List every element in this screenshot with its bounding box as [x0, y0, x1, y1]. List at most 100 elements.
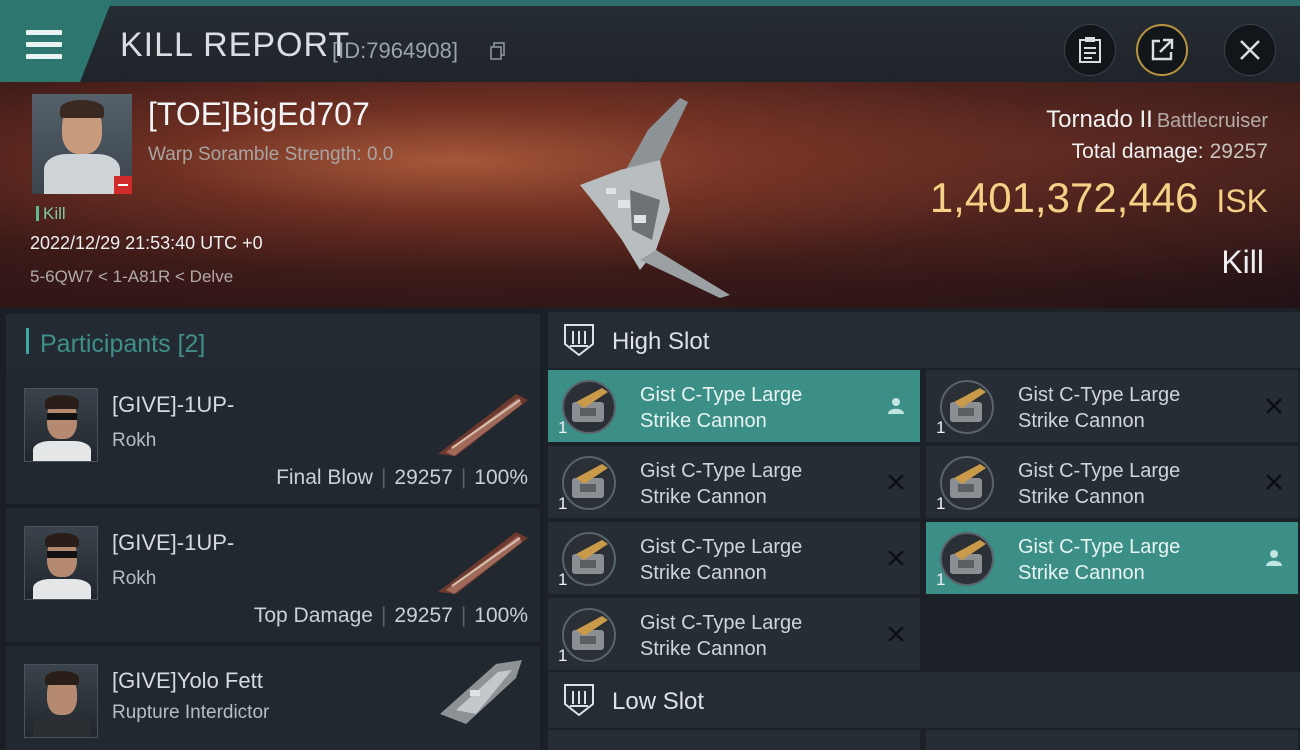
isk-value: 1,401,372,446 ISK	[930, 174, 1268, 222]
close-icon	[1240, 40, 1260, 60]
module-name-line2: Strike Cannon	[640, 638, 767, 660]
menu-button[interactable]	[0, 0, 112, 82]
module-quantity: 1	[936, 494, 946, 513]
low-slot-label: Low Slot	[612, 688, 705, 715]
module-name-line1: Gist C-Type Large	[640, 612, 803, 634]
participant-percent: 100%	[474, 604, 528, 627]
total-damage-label: Total damage:	[1071, 140, 1204, 163]
participant-percent: 100%	[474, 466, 528, 489]
module-slot[interactable]: 1 Gist C-Type Large Strike Cannon	[926, 370, 1298, 442]
module-quantity: 1	[558, 646, 568, 665]
kill-result: Kill	[1221, 244, 1264, 280]
participants-panel: Participants [2] [GIVE]-1UP- Rokh Final …	[0, 308, 542, 750]
low-slot-icon	[564, 684, 594, 717]
warp-scramble-strength: Warp Soramble Strength: 0.0	[148, 144, 394, 165]
x-icon	[884, 622, 908, 646]
module-name: Gist C-Type Large Strike Cannon	[640, 534, 870, 586]
page-title: KILL REPORT	[120, 26, 351, 64]
participant-row[interactable]: [GIVE]-1UP- Rokh Top Damage | 29257 | 100%	[6, 508, 540, 642]
module-name: Gist C-Type Large Strike Cannon	[1018, 458, 1248, 510]
participant-portrait	[24, 388, 98, 462]
module-name-line1: Gist C-Type Large	[1018, 460, 1181, 482]
share-button[interactable]	[1136, 24, 1188, 76]
clipboard-icon	[1079, 37, 1101, 63]
hamburger-icon	[26, 30, 62, 66]
module-name-line2: Strike Cannon	[1018, 410, 1145, 432]
module-slot[interactable]: 1 Gist C-Type Large Strike Cannon	[548, 598, 920, 670]
participant-ship: Rupture Interdictor	[112, 702, 270, 723]
participant-stats: Final Blow | 29257 | 100%	[276, 466, 528, 489]
module-name-line2: Strike Cannon	[1018, 562, 1145, 584]
x-icon	[884, 546, 908, 570]
module-quantity: 1	[936, 570, 946, 589]
module-name-line1: Gist C-Type Large	[1018, 384, 1181, 406]
module-slot[interactable]: 1 Gist C-Type Large Strike Cannon	[926, 522, 1298, 594]
module-slot[interactable]: 1 Gist C-Type Large Strike Cannon	[548, 446, 920, 518]
participant-damage: 29257	[394, 466, 453, 489]
module-name: Gist C-Type Large Strike Cannon	[640, 458, 870, 510]
module-slot[interactable]: 1 Gist C-Type Large Strike Cannon	[548, 370, 920, 442]
participant-ship-image	[438, 532, 528, 594]
user-icon	[884, 394, 908, 418]
ship-class-text: Battlecruiser	[1156, 110, 1268, 132]
victim-ship-name[interactable]: Tornado II Battlecruiser	[1046, 106, 1268, 134]
x-icon	[884, 470, 908, 494]
module-quantity: 1	[558, 418, 568, 437]
participant-row[interactable]: [GIVE]-1UP- Rokh Final Blow | 29257 | 100%	[6, 370, 540, 504]
participant-name: [GIVE]Yolo Fett	[112, 668, 263, 693]
module-name: Gist C-Type Large Strike Cannon	[640, 610, 870, 662]
participant-role: Final Blow	[276, 466, 373, 489]
user-icon	[1262, 546, 1286, 570]
module-name-line2: Strike Cannon	[640, 562, 767, 584]
info-badge-icon: i	[97, 725, 98, 738]
kill-datetime: 2022/12/29 21:53:40 UTC +0	[30, 233, 263, 253]
participant-name: [GIVE]-1UP-	[112, 392, 235, 417]
participant-portrait: i	[24, 664, 98, 738]
module-name: Gist C-Type Large Strike Cannon	[640, 382, 870, 434]
participant-name: [GIVE]-1UP-	[112, 530, 235, 555]
victim-name[interactable]: [TOE]BigEd707	[148, 96, 370, 133]
module-name-line1: Gist C-Type Large	[640, 536, 803, 558]
module-quantity: 1	[558, 570, 568, 589]
module-name-line1: Gist C-Type Large	[640, 460, 803, 482]
total-damage-value: 29257	[1209, 140, 1268, 163]
module-name-line1: Gist C-Type Large	[640, 384, 803, 406]
participant-ship-image	[440, 660, 522, 724]
kill-location[interactable]: 5-6QW7 < 1-A81R < Delve	[30, 267, 233, 287]
module-slot[interactable]: 1 Gist C-Type Large Strike Cannon	[548, 522, 920, 594]
participant-role: Top Damage	[253, 604, 373, 627]
high-slot-header[interactable]: High Slot	[548, 312, 1300, 368]
participants-header[interactable]: Participants [2]	[6, 314, 540, 370]
low-slot-header[interactable]: Low Slot	[548, 672, 1300, 728]
high-slot-label: High Slot	[612, 328, 710, 355]
close-button[interactable]	[1224, 24, 1276, 76]
kill-report-screen: KILL REPORT [ID:7964908] [TOE]BigEd707 W…	[0, 0, 1300, 750]
share-icon	[1151, 38, 1174, 61]
module-slot[interactable]: 1 Gist C-Type Large Strike Cannon	[926, 446, 1298, 518]
module-name: Gist C-Type Large Strike Cannon	[1018, 382, 1248, 434]
participant-portrait	[24, 526, 98, 600]
top-bar: KILL REPORT [ID:7964908]	[0, 0, 1300, 82]
report-id: [ID:7964908]	[332, 38, 458, 63]
participant-ship-image	[438, 394, 528, 456]
module-name: Gist C-Type Large Strike Cannon	[1018, 534, 1248, 586]
copy-icon[interactable]	[490, 42, 506, 60]
module-name-line2: Strike Cannon	[640, 410, 767, 432]
module-slot[interactable]	[548, 730, 920, 750]
module-quantity: 1	[558, 494, 568, 513]
isk-unit: ISK	[1216, 183, 1268, 219]
participants-title: Participants [2]	[40, 330, 206, 358]
clipboard-button[interactable]	[1064, 24, 1116, 76]
participant-stats: Top Damage | 29257 | 100%	[253, 604, 528, 627]
participant-damage: 29257	[394, 604, 453, 627]
victim-ship-image	[580, 98, 730, 298]
minus-badge-icon	[114, 176, 132, 194]
participant-ship: Rokh	[112, 568, 157, 589]
kill-tag: Kill	[36, 204, 66, 224]
participant-row[interactable]: i [GIVE]Yolo Fett Rupture Interdictor	[6, 646, 540, 750]
total-damage: Total damage: 29257	[1072, 140, 1268, 164]
module-name-line1: Gist C-Type Large	[1018, 536, 1181, 558]
module-name-line2: Strike Cannon	[640, 486, 767, 508]
module-slot[interactable]	[926, 730, 1298, 750]
x-icon	[1262, 394, 1286, 418]
